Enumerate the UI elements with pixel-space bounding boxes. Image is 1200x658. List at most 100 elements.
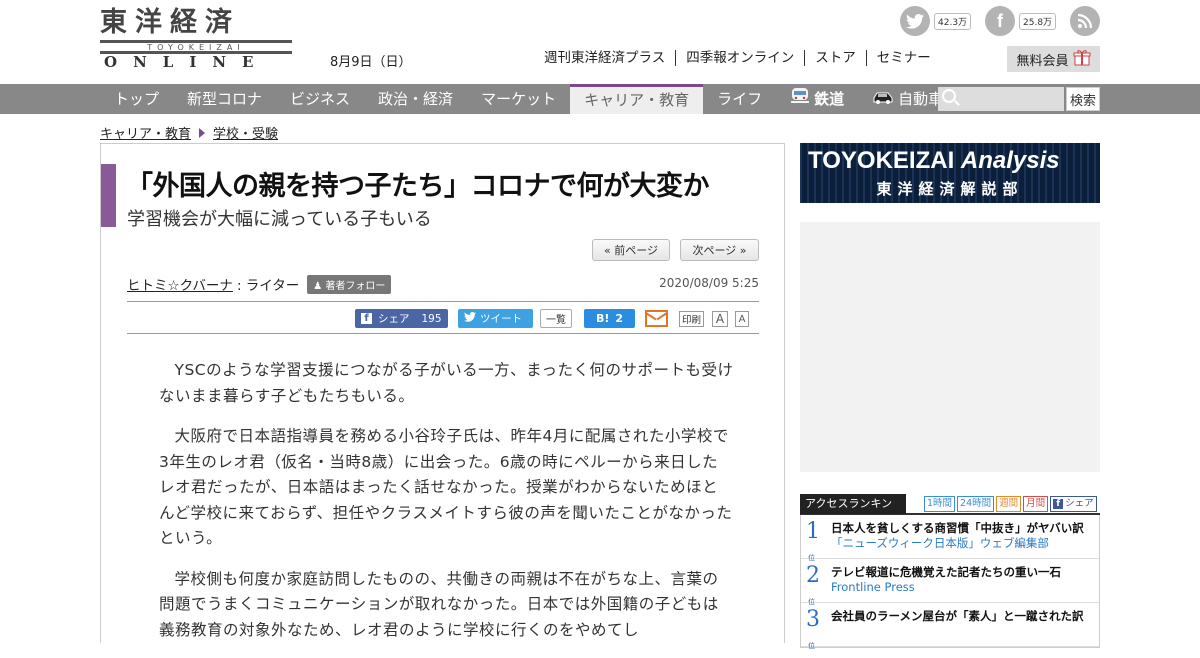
twitter-follow[interactable]: 42.3万: [900, 6, 972, 36]
article: 「外国人の親を持つ子たち」コロナで何が大変か 学習機会が大幅に減っている子もいる…: [100, 143, 785, 643]
rank-number: 1 位: [801, 519, 825, 563]
article-body: YSCのような学習支援につながる子がいる一方、まったく何のサポートも受けないまま…: [159, 358, 734, 658]
rank-number: 3 位: [801, 607, 825, 651]
title-accent-bar: [101, 164, 116, 227]
search-button[interactable]: 検索: [1066, 87, 1100, 111]
main-nav: トップ 新型コロナ ビジネス 政治・経済 マーケット キャリア・教育 ライフ 鉄…: [0, 84, 1200, 114]
ad-slot[interactable]: [800, 222, 1100, 472]
ranking-tab-monthly[interactable]: 月間: [1023, 496, 1049, 512]
share-toolbar: f シェア 195 ツイート 一覧 B! 2 印刷 A A: [101, 309, 786, 329]
nav-railway-label: 鉄道: [814, 90, 845, 108]
rank-headline: 会社員のラーメン屋台が「素人」と一蹴された訳: [831, 609, 1084, 623]
article-paragraph: 学校側も何度か家庭訪問したものの、共働きの両親は不在がちな上、言葉の問題でうまく…: [159, 569, 719, 639]
nav-life[interactable]: ライフ: [703, 84, 776, 114]
ranking-tab-1h[interactable]: 1時間: [924, 496, 956, 512]
breadcrumb-arrow-icon: [199, 127, 206, 138]
twitter-icon: [900, 6, 930, 36]
analysis-title-word: Analysis: [960, 147, 1060, 174]
nav-business[interactable]: ビジネス: [276, 84, 364, 114]
author-follow-label: 著者フォロー: [325, 280, 386, 292]
author-name[interactable]: ヒトミ☆クバーナ: [127, 274, 233, 294]
breadcrumb-career-education[interactable]: キャリア・教育: [100, 123, 191, 142]
train-icon: [790, 84, 810, 114]
divider-bottom: [127, 333, 759, 334]
site-logo[interactable]: 東洋経済 TOYOKEIZAI ONLINE: [100, 7, 292, 71]
font-size-large-button[interactable]: A: [712, 311, 728, 327]
ranking-tab-24h[interactable]: 24時間: [957, 496, 995, 512]
facebook-share-label: シェア: [378, 313, 410, 325]
divider-top: [127, 301, 759, 302]
access-ranking: アクセスランキング 1時間 24時間 週間 月間 f シェア 1 位 日本人を貧…: [800, 494, 1100, 651]
car-icon: [872, 84, 894, 114]
facebook-icon: f: [361, 313, 372, 324]
current-date: 8月9日（日）: [330, 55, 412, 70]
tweet-list-button[interactable]: 一覧: [540, 309, 572, 328]
prev-page-button[interactable]: « 前ページ: [592, 239, 670, 261]
nav-career-education[interactable]: キャリア・教育: [570, 84, 704, 114]
toplink-weekly-plus[interactable]: 週刊東洋経済プラス: [544, 50, 675, 66]
logo-romaji: TOYOKEIZAI: [100, 40, 292, 54]
logo-kanji: 東洋経済: [100, 7, 240, 38]
rank-headline: 日本人を貧しくする商習慣「中抜き」がヤバい訳: [831, 521, 1084, 535]
mail-icon[interactable]: [645, 310, 668, 327]
facebook-icon: f: [985, 6, 1015, 36]
rss-link[interactable]: [1070, 6, 1100, 36]
analysis-title-brand: TOYOKEIZAI: [808, 147, 955, 174]
nav-railway[interactable]: 鉄道: [776, 84, 858, 114]
ranking-tab-share[interactable]: f シェア: [1050, 496, 1097, 512]
facebook-count: 25.8万: [1019, 12, 1057, 30]
rank-source: 「ニューズウィーク日本版」ウェブ編集部: [831, 536, 1049, 550]
ranking-tabs: アクセスランキング 1時間 24時間 週間 月間 f シェア: [800, 494, 1100, 530]
gift-icon: [1073, 49, 1091, 70]
analysis-banner[interactable]: TOYOKEIZAI Analysis 東洋経済解説部: [800, 143, 1100, 203]
person-plus-icon: ♟: [313, 280, 323, 292]
facebook-follow[interactable]: f 25.8万: [985, 6, 1057, 36]
nav-covid[interactable]: 新型コロナ: [173, 84, 276, 114]
analysis-banner-subtitle: 東洋経済解説部: [876, 180, 1024, 198]
hatena-count: 2: [615, 312, 624, 325]
rank-number-value: 1: [806, 519, 820, 544]
facebook-icon: f: [1053, 499, 1064, 509]
ranking-item[interactable]: 2 位 テレビ報道に危機覚えた記者たちの重い一石 Frontline Press: [801, 559, 1099, 606]
toplink-store[interactable]: ストア: [804, 50, 866, 66]
free-member-label: 無料会員: [1016, 53, 1069, 69]
author-line: ヒトミ☆クバーナ : ライター ♟ 著者フォロー: [127, 274, 392, 294]
article-title: 「外国人の親を持つ子たち」コロナで何が大変か: [126, 171, 710, 202]
analysis-banner-title: TOYOKEIZAI Analysis: [808, 147, 1060, 175]
ranking-tab-weekly[interactable]: 週間: [996, 496, 1022, 512]
rank-headline: テレビ報道に危機覚えた記者たちの重い一石: [831, 565, 1061, 579]
toplink-seminar[interactable]: セミナー: [865, 50, 941, 66]
ranking-title: アクセスランキング: [800, 494, 906, 530]
hatena-icon: B!: [595, 312, 610, 325]
nav-automobile-label: 自動車: [898, 90, 944, 108]
rank-number-value: 3: [806, 607, 820, 632]
article-paragraph: 大阪府で日本語指導員を務める小谷玲子氏は、昨年4月に配属された小学校で3年生のレ…: [159, 427, 733, 547]
toplink-shikiho[interactable]: 四季報オンライン: [675, 50, 804, 66]
nav-politics-economy[interactable]: 政治・経済: [364, 84, 467, 114]
ranking-list: 1 位 日本人を貧しくする商習慣「中抜き」がヤバい訳 「ニューズウィーク日本版」…: [800, 515, 1100, 651]
next-page-button[interactable]: 次ページ »: [680, 239, 759, 261]
published-date: 2020/08/09 5:25: [659, 276, 759, 290]
rank-source: Frontline Press: [831, 580, 915, 594]
rank-suffix: 位: [808, 642, 815, 650]
tweet-label: ツイート: [480, 313, 522, 325]
rss-icon: [1070, 6, 1100, 36]
nav-market[interactable]: マーケット: [467, 84, 570, 114]
nav-top[interactable]: トップ: [100, 84, 173, 114]
hatena-bookmark-button[interactable]: B! 2: [584, 309, 635, 328]
breadcrumb-school-exam[interactable]: 学校・受験: [213, 123, 278, 142]
tweet-button[interactable]: ツイート: [458, 309, 533, 328]
twitter-bird-icon: [464, 312, 476, 325]
ranking-item[interactable]: 3 位 会社員のラーメン屋台が「素人」と一蹴された訳: [801, 603, 1099, 651]
logo-online: ONLINE: [104, 53, 270, 71]
article-subtitle: 学習機会が大幅に減っている子もいる: [127, 209, 432, 230]
author-follow-button[interactable]: ♟ 著者フォロー: [307, 274, 392, 294]
free-member-button[interactable]: 無料会員: [1007, 46, 1100, 72]
author-role: : ライター: [236, 278, 300, 294]
search-input[interactable]: [938, 87, 1064, 111]
site-header: 東洋経済 TOYOKEIZAI ONLINE 8月9日（日） 42.3万 f 2…: [0, 0, 1200, 84]
print-button[interactable]: 印刷: [679, 311, 704, 327]
ranking-item[interactable]: 1 位 日本人を貧しくする商習慣「中抜き」がヤバい訳 「ニューズウィーク日本版」…: [801, 515, 1099, 563]
font-size-small-button[interactable]: A: [735, 311, 749, 327]
facebook-share-button[interactable]: f シェア 195: [355, 309, 448, 328]
